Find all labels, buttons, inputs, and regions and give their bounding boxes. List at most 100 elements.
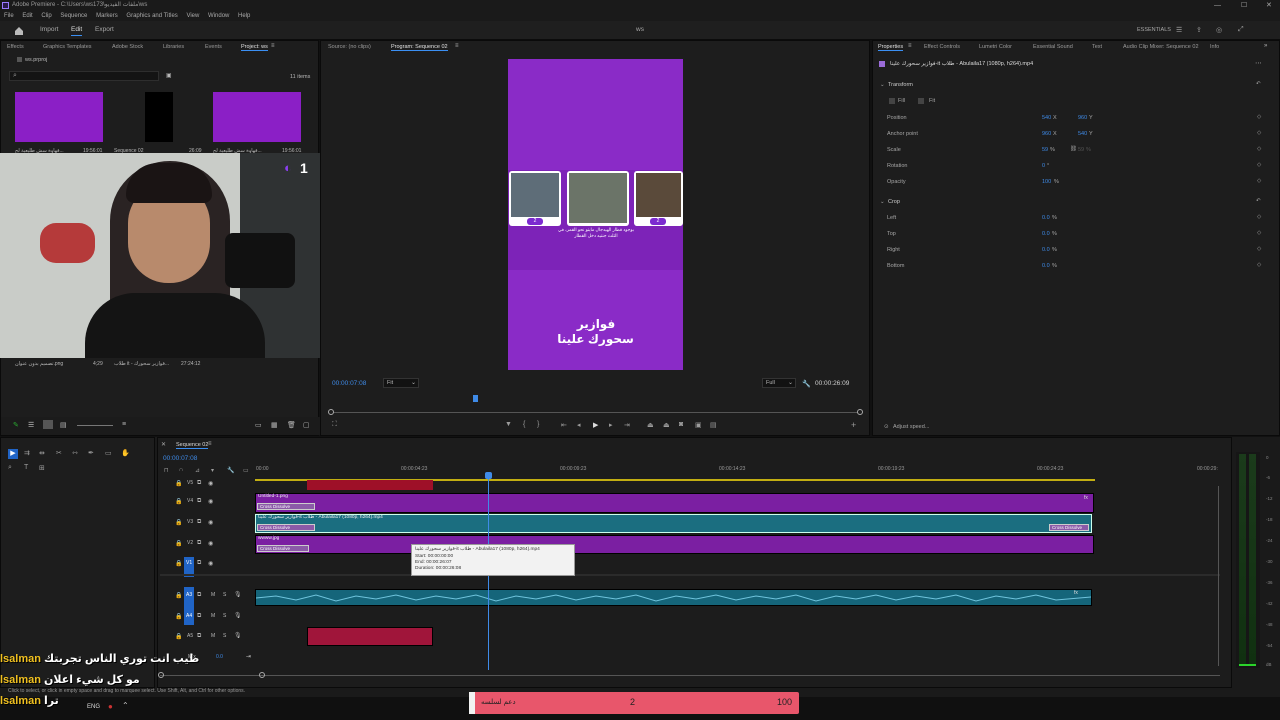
track-label[interactable]: A5 <box>187 633 193 639</box>
step-back-icon[interactable]: ◂ <box>577 421 581 429</box>
icon-view-icon[interactable] <box>43 420 53 429</box>
tab-adobe-stock[interactable]: Adobe Stock <box>112 44 143 50</box>
solo-button[interactable]: S <box>223 592 226 598</box>
anchor-y-field[interactable]: 540 <box>1078 131 1087 137</box>
tab-program[interactable]: Program: Sequence 02 <box>391 44 448 51</box>
menu-window[interactable]: Window <box>208 13 229 19</box>
add-marker-icon[interactable]: ⊿ <box>195 467 200 474</box>
sync-lock-icon[interactable]: ⧉ <box>197 540 201 547</box>
zoom-handle-left[interactable] <box>158 672 164 678</box>
fit-icon[interactable] <box>918 98 924 104</box>
rotation-field[interactable]: 0 <box>1042 163 1045 169</box>
scrub-start-handle[interactable] <box>328 409 334 415</box>
menu-edit[interactable]: Edit <box>22 13 32 19</box>
fullscreen-icon[interactable]: ⤢ <box>1238 26 1244 34</box>
sync-lock-icon[interactable]: ⧉ <box>197 519 201 526</box>
tab-essential-sound[interactable]: Essential Sound <box>1033 44 1073 50</box>
lock-icon[interactable]: 🔒 <box>175 560 182 567</box>
close-button[interactable]: ✕ <box>1266 0 1272 11</box>
tab-text[interactable]: Text <box>1092 44 1102 50</box>
lift-icon[interactable]: ⏏ <box>647 421 654 429</box>
language-indicator[interactable]: ENG <box>87 704 100 710</box>
sequence-tab[interactable]: Sequence 02 <box>176 442 209 449</box>
panel-menu-icon[interactable]: ≡ <box>455 43 459 49</box>
reset-icon[interactable]: ↶ <box>1256 81 1261 87</box>
wrench-icon[interactable]: 🔧 <box>802 380 811 388</box>
solo-button[interactable]: S <box>223 613 226 619</box>
cross-dissolve-transition[interactable]: Cross Dissolve <box>1049 524 1089 531</box>
mute-button[interactable]: M <box>211 633 215 639</box>
project-search-input[interactable]: ⌕ <box>9 71 159 81</box>
crop-left-field[interactable]: 0.0 <box>1042 215 1050 221</box>
keyframe-icon[interactable]: ◇ <box>1257 146 1261 152</box>
clip-audio-a5[interactable] <box>307 627 433 646</box>
program-playhead[interactable] <box>473 395 478 402</box>
thumbnail-sequence[interactable] <box>145 92 173 142</box>
track-label[interactable]: V1 <box>186 560 192 566</box>
keyframe-icon[interactable]: ◇ <box>1257 230 1261 236</box>
tab-source[interactable]: Source: (no clips) <box>328 44 371 50</box>
mark-out-icon[interactable]: } <box>537 421 539 428</box>
rectangle-icon[interactable]: ▭ <box>105 449 112 457</box>
panel-menu-icon[interactable]: ≡ <box>271 43 275 49</box>
home-icon[interactable] <box>14 26 24 35</box>
pencil-icon[interactable]: ✎ <box>13 421 19 429</box>
lock-icon[interactable]: 🔒 <box>175 480 182 487</box>
program-scrub-bar[interactable] <box>331 412 861 413</box>
tab-effect-controls[interactable]: Effect Controls <box>924 44 960 50</box>
tab-effects[interactable]: Effects <box>7 44 24 50</box>
add-button-icon[interactable]: + <box>851 420 856 430</box>
track-label[interactable]: V2 <box>187 540 193 546</box>
reset-icon[interactable]: ↶ <box>1256 198 1261 204</box>
zoom-handle-right[interactable] <box>259 672 265 678</box>
menu-graphics[interactable]: Graphics and Titles <box>126 13 177 19</box>
crop-right-field[interactable]: 0.0 <box>1042 247 1050 253</box>
mic-icon[interactable]: ● <box>108 702 113 711</box>
sync-lock-icon[interactable]: ⧉ <box>197 560 201 567</box>
extract-icon[interactable]: ⏏ <box>663 421 670 429</box>
solo-button[interactable]: S <box>223 633 226 639</box>
cross-dissolve-transition[interactable]: Cross Dissolve <box>257 545 309 552</box>
menu-clip[interactable]: Clip <box>41 13 51 19</box>
tab-project[interactable]: Project: ws <box>241 44 268 51</box>
expand-icon[interactable]: » <box>1264 43 1267 49</box>
sync-lock-icon[interactable]: ⧉ <box>197 480 201 487</box>
go-to-in-icon[interactable]: ⇤ <box>561 421 567 429</box>
tab-import[interactable]: Import <box>40 26 58 33</box>
selection-tool-icon[interactable]: ▶ <box>8 449 18 459</box>
maximize-button[interactable]: ☐ <box>1241 0 1247 11</box>
sync-lock-icon[interactable]: ⧉ <box>197 613 201 620</box>
tab-info[interactable]: Info <box>1210 44 1219 50</box>
lock-icon[interactable]: 🔒 <box>175 592 182 599</box>
thumbnail-video-2[interactable] <box>213 92 301 142</box>
wrench-icon[interactable]: 🔧 <box>227 467 234 474</box>
progress-icon[interactable]: ◎ <box>1216 26 1222 34</box>
keyframe-icon[interactable]: ◇ <box>1257 214 1261 220</box>
quick-export-icon[interactable]: ⇪ <box>1196 26 1202 34</box>
adjust-speed-button[interactable]: Adjust speed... <box>893 424 929 430</box>
step-forward-icon[interactable]: ▸ <box>609 421 613 429</box>
panel-icon[interactable]: ▢ <box>303 421 310 429</box>
chevron-down-icon[interactable]: ⌄ <box>880 82 885 88</box>
minimize-button[interactable]: — <box>1214 0 1221 11</box>
new-item-icon[interactable]: ▦ <box>271 421 278 429</box>
lock-icon[interactable]: 🔒 <box>175 613 182 620</box>
track-label[interactable]: A3 <box>186 592 192 598</box>
vertical-scrollbar[interactable] <box>1218 486 1219 666</box>
sync-lock-icon[interactable]: ⧉ <box>197 592 201 599</box>
mute-button[interactable]: M <box>211 592 215 598</box>
zoom-select[interactable]: Fit ⌄ <box>383 378 419 388</box>
menu-file[interactable]: File <box>4 13 14 19</box>
export-frame-icon[interactable]: ◙ <box>679 421 683 428</box>
track-label[interactable]: V4 <box>187 498 193 504</box>
new-bin-icon[interactable]: ▭ <box>255 421 262 429</box>
tab-libraries[interactable]: Libraries <box>163 44 184 50</box>
clip-wwww[interactable]: wwww.jpg Cross Dissolve <box>255 535 1094 554</box>
tab-export[interactable]: Export <box>95 26 114 33</box>
crop-top-field[interactable]: 0.0 <box>1042 231 1050 237</box>
tab-events[interactable]: Events <box>205 44 222 50</box>
chevron-up-icon[interactable]: ⌃ <box>122 701 129 710</box>
scale-field[interactable]: 59 <box>1042 147 1048 153</box>
go-to-out-icon[interactable]: ⇥ <box>624 421 630 429</box>
eye-icon[interactable]: ◉ <box>208 560 213 567</box>
